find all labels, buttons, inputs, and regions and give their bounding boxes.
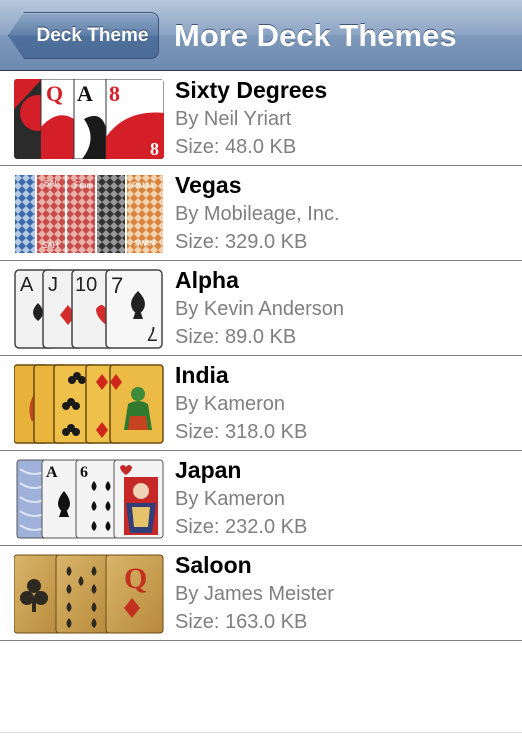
deck-author: By Neil Yriart xyxy=(175,108,292,130)
deck-author: By Kameron xyxy=(175,393,286,415)
list-item[interactable]: BAL Flam PALM SAH SWIN Vegas By Mobileag… xyxy=(0,166,522,261)
card-rank-6: 6 xyxy=(80,464,88,481)
card-rank-a: A xyxy=(20,274,34,296)
deck-name: Japan xyxy=(175,457,242,483)
deck-name: Alpha xyxy=(175,267,239,293)
list-item[interactable]: A J 10 7 7 Alpha By Kevin Anderson Size:… xyxy=(0,261,522,356)
deck-size: Size: 89.0 KB xyxy=(175,326,297,348)
vegas-lettering: Flam xyxy=(73,180,93,190)
card-rank-10: 10 xyxy=(75,274,97,296)
card-rank-7-corner: 7 xyxy=(147,322,158,344)
card-rank-q: Q xyxy=(46,81,63,106)
deck-author: By James Meister xyxy=(175,583,334,605)
vegas-lettering: SAH xyxy=(42,241,59,250)
deck-size: Size: 48.0 KB xyxy=(175,136,297,158)
japan-preview-icon: A 6 xyxy=(14,459,164,539)
deck-size: Size: 232.0 KB xyxy=(175,516,308,538)
deck-name: Vegas xyxy=(175,172,242,198)
back-button[interactable]: Deck Theme xyxy=(8,12,159,59)
card-rank-j: J xyxy=(48,274,58,296)
card-rank-7: 7 xyxy=(111,273,123,298)
deck-name: Saloon xyxy=(175,552,252,578)
deck-author: By Kevin Anderson xyxy=(175,298,344,320)
alpha-preview-icon: A J 10 7 7 xyxy=(14,269,164,349)
india-preview-icon xyxy=(14,364,164,444)
card-rank-8-corner: 8 xyxy=(150,139,159,159)
card-rank-q: Q xyxy=(124,562,147,595)
deck-size: Size: 318.0 KB xyxy=(175,421,308,443)
deck-author: By Mobileage, Inc. xyxy=(175,203,340,225)
vegas-preview-icon: BAL Flam PALM SAH SWIN xyxy=(14,174,164,254)
deck-size: Size: 163.0 KB xyxy=(175,611,308,633)
card-rank-a: A xyxy=(46,464,58,481)
vegas-lettering: SWIN xyxy=(134,239,155,248)
list-item[interactable]: A 6 Japan By Kameron Size: 232.0 KB xyxy=(0,451,522,546)
list-item[interactable]: Q Saloon By James Meister Size: 163.0 KB xyxy=(0,546,522,641)
navigation-bar: Deck Theme More Deck Themes xyxy=(0,0,522,71)
page-title: More Deck Themes xyxy=(174,18,457,53)
deck-size: Size: 329.0 KB xyxy=(175,231,308,253)
vegas-lettering: BAL xyxy=(44,179,60,188)
card-rank-8: 8 xyxy=(109,81,120,106)
empty-row-separator xyxy=(0,732,522,733)
sixty-degrees-preview-icon: Q A 8 8 xyxy=(14,79,164,159)
deck-author: By Kameron xyxy=(175,488,286,510)
list-item[interactable]: India By Kameron Size: 318.0 KB xyxy=(0,356,522,451)
deck-name: India xyxy=(175,362,229,388)
deck-name: Sixty Degrees xyxy=(175,77,328,103)
card-rank-a: A xyxy=(77,81,93,106)
list-item[interactable]: Q A 8 8 Sixty Degrees By Neil Yriart Siz… xyxy=(0,71,522,166)
saloon-preview-icon: Q xyxy=(14,554,164,634)
deck-theme-list: Q A 8 8 Sixty Degrees By Neil Yriart Siz… xyxy=(0,71,522,641)
vegas-lettering: PALM xyxy=(132,181,154,190)
